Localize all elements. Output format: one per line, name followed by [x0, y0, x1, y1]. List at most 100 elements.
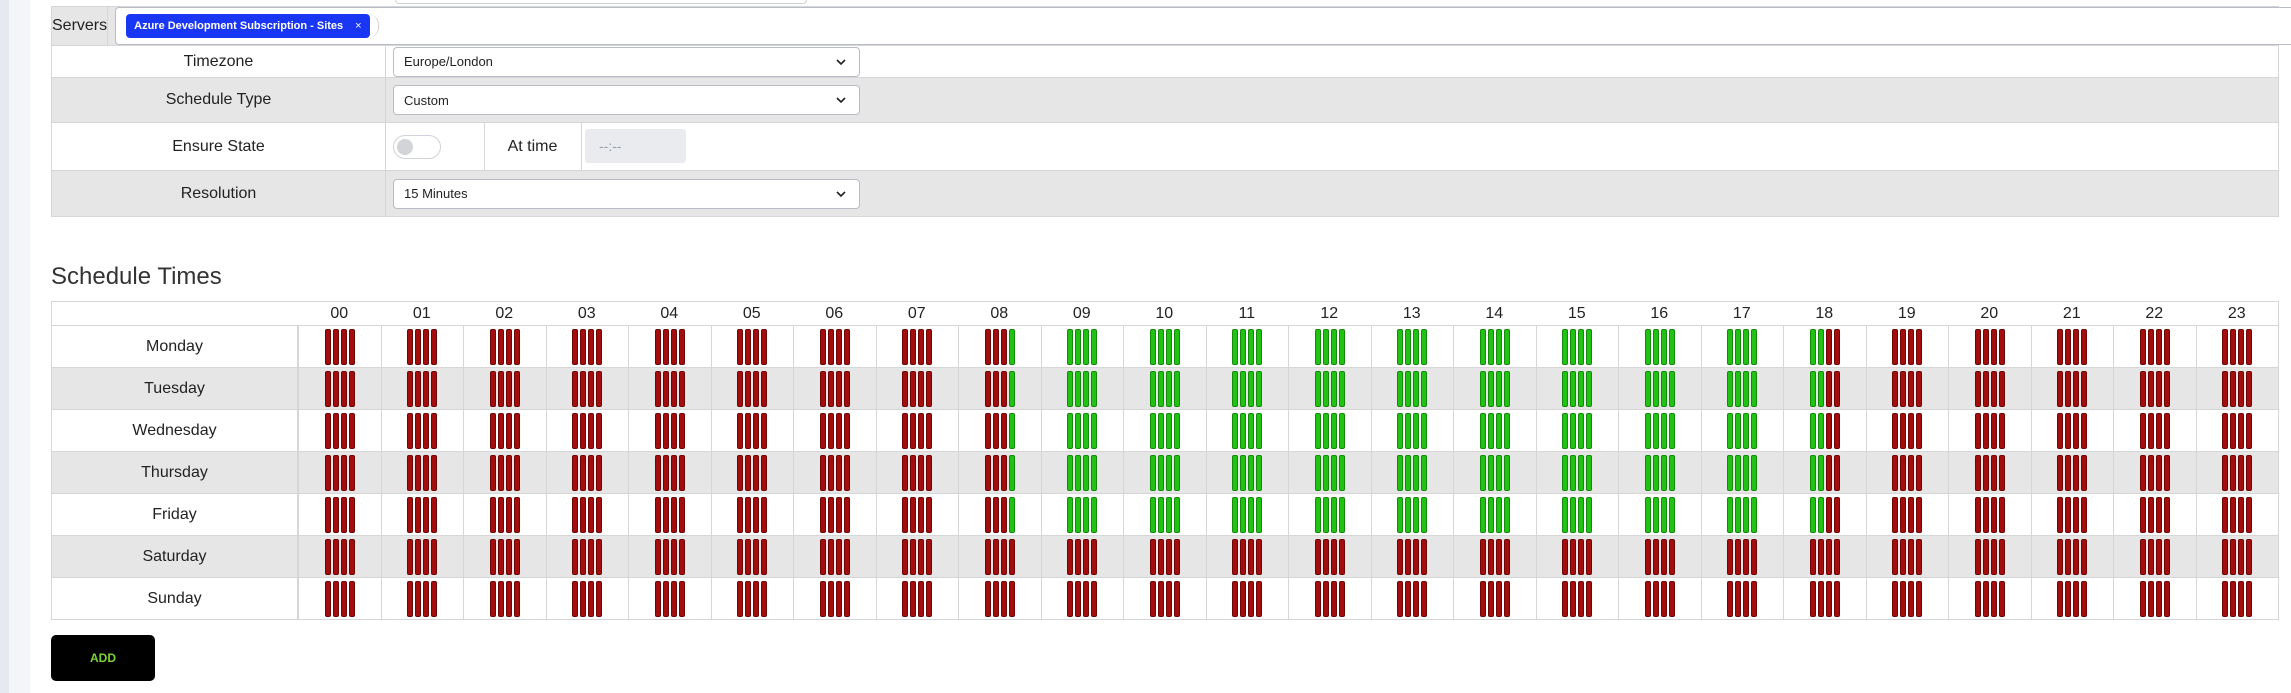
time-slot-off[interactable] — [1487, 580, 1494, 617]
time-slot-off[interactable] — [1998, 412, 2005, 449]
time-slot-on[interactable] — [1091, 496, 1098, 533]
time-slot-off[interactable] — [1330, 538, 1337, 575]
time-slot-off[interactable] — [505, 580, 512, 617]
time-slot-on[interactable] — [1668, 370, 1675, 407]
time-slot-off[interactable] — [910, 370, 917, 407]
time-slot-on[interactable] — [1240, 412, 1247, 449]
time-slot-on[interactable] — [1314, 412, 1321, 449]
time-slot-on[interactable] — [1256, 412, 1263, 449]
time-slot-off[interactable] — [1743, 580, 1750, 617]
time-slot-on[interactable] — [1479, 454, 1486, 491]
time-slot-off[interactable] — [489, 496, 496, 533]
time-slot-on[interactable] — [1330, 328, 1337, 365]
time-slot-off[interactable] — [745, 580, 752, 617]
time-slot-on[interactable] — [1751, 370, 1758, 407]
time-slot-off[interactable] — [1165, 538, 1172, 575]
time-slot-off[interactable] — [1157, 538, 1164, 575]
time-slot-off[interactable] — [1900, 580, 1907, 617]
time-slot-off[interactable] — [2057, 412, 2064, 449]
at-time-input[interactable]: --:-- — [585, 129, 686, 163]
time-slot-off[interactable] — [1000, 538, 1007, 575]
time-slot-off[interactable] — [423, 580, 430, 617]
time-slot-on[interactable] — [1405, 370, 1412, 407]
time-slot-on[interactable] — [1075, 454, 1082, 491]
time-slot-on[interactable] — [1338, 412, 1345, 449]
time-slot-off[interactable] — [1982, 370, 1989, 407]
time-slot-off[interactable] — [2163, 580, 2170, 617]
time-slot-on[interactable] — [1338, 370, 1345, 407]
time-slot-off[interactable] — [2246, 538, 2253, 575]
time-slot-off[interactable] — [1405, 538, 1412, 575]
time-slot-off[interactable] — [2163, 496, 2170, 533]
time-slot-off[interactable] — [1900, 454, 1907, 491]
time-slot-off[interactable] — [843, 412, 850, 449]
time-slot-on[interactable] — [1578, 496, 1585, 533]
time-slot-off[interactable] — [588, 496, 595, 533]
time-slot-off[interactable] — [835, 454, 842, 491]
time-slot-on[interactable] — [1397, 454, 1404, 491]
time-slot-off[interactable] — [2139, 580, 2146, 617]
time-slot-off[interactable] — [580, 370, 587, 407]
time-slot-on[interactable] — [1586, 412, 1593, 449]
time-slot-off[interactable] — [827, 328, 834, 365]
time-slot-off[interactable] — [2222, 370, 2229, 407]
time-slot-off[interactable] — [1817, 538, 1824, 575]
time-slot-off[interactable] — [423, 454, 430, 491]
time-slot-on[interactable] — [1397, 496, 1404, 533]
time-slot-on[interactable] — [1149, 328, 1156, 365]
time-slot-off[interactable] — [902, 538, 909, 575]
time-slot-off[interactable] — [596, 538, 603, 575]
time-slot-on[interactable] — [1743, 496, 1750, 533]
time-slot-on[interactable] — [1091, 412, 1098, 449]
time-slot-off[interactable] — [1232, 538, 1239, 575]
time-slot-off[interactable] — [1008, 580, 1015, 617]
time-slot-off[interactable] — [1833, 538, 1840, 575]
time-slot-off[interactable] — [670, 412, 677, 449]
time-slot-off[interactable] — [1256, 538, 1263, 575]
time-slot-off[interactable] — [407, 538, 414, 575]
time-slot-off[interactable] — [489, 412, 496, 449]
time-slot-off[interactable] — [596, 580, 603, 617]
time-slot-off[interactable] — [654, 412, 661, 449]
time-slot-off[interactable] — [2147, 454, 2154, 491]
time-slot-on[interactable] — [1173, 412, 1180, 449]
time-slot-off[interactable] — [572, 370, 579, 407]
time-slot-on[interactable] — [1008, 412, 1015, 449]
time-slot-off[interactable] — [1751, 580, 1758, 617]
time-slot-off[interactable] — [1833, 370, 1840, 407]
time-slot-on[interactable] — [1487, 370, 1494, 407]
time-slot-off[interactable] — [2238, 454, 2245, 491]
time-slot-on[interactable] — [1503, 454, 1510, 491]
time-slot-off[interactable] — [843, 538, 850, 575]
time-slot-on[interactable] — [1668, 454, 1675, 491]
time-slot-off[interactable] — [1562, 538, 1569, 575]
time-slot-off[interactable] — [2222, 538, 2229, 575]
time-slot-on[interactable] — [1421, 496, 1428, 533]
time-slot-off[interactable] — [2246, 580, 2253, 617]
time-slot-off[interactable] — [431, 412, 438, 449]
time-slot-off[interactable] — [505, 328, 512, 365]
time-slot-on[interactable] — [1421, 412, 1428, 449]
time-slot-off[interactable] — [1578, 580, 1585, 617]
time-slot-off[interactable] — [992, 328, 999, 365]
time-slot-on[interactable] — [1149, 370, 1156, 407]
time-slot-off[interactable] — [2081, 370, 2088, 407]
time-slot-on[interactable] — [1083, 370, 1090, 407]
time-slot-off[interactable] — [588, 538, 595, 575]
time-slot-on[interactable] — [1727, 454, 1734, 491]
time-slot-off[interactable] — [1825, 412, 1832, 449]
time-slot-off[interactable] — [407, 412, 414, 449]
time-slot-on[interactable] — [1330, 370, 1337, 407]
time-slot-off[interactable] — [827, 454, 834, 491]
time-slot-off[interactable] — [513, 538, 520, 575]
time-slot-on[interactable] — [1652, 496, 1659, 533]
time-slot-off[interactable] — [827, 580, 834, 617]
time-slot-off[interactable] — [1000, 580, 1007, 617]
time-slot-off[interactable] — [737, 328, 744, 365]
time-slot-off[interactable] — [489, 538, 496, 575]
time-slot-off[interactable] — [1908, 328, 1915, 365]
time-slot-off[interactable] — [1735, 538, 1742, 575]
time-slot-on[interactable] — [1751, 496, 1758, 533]
time-slot-on[interactable] — [1232, 496, 1239, 533]
time-slot-off[interactable] — [902, 454, 909, 491]
